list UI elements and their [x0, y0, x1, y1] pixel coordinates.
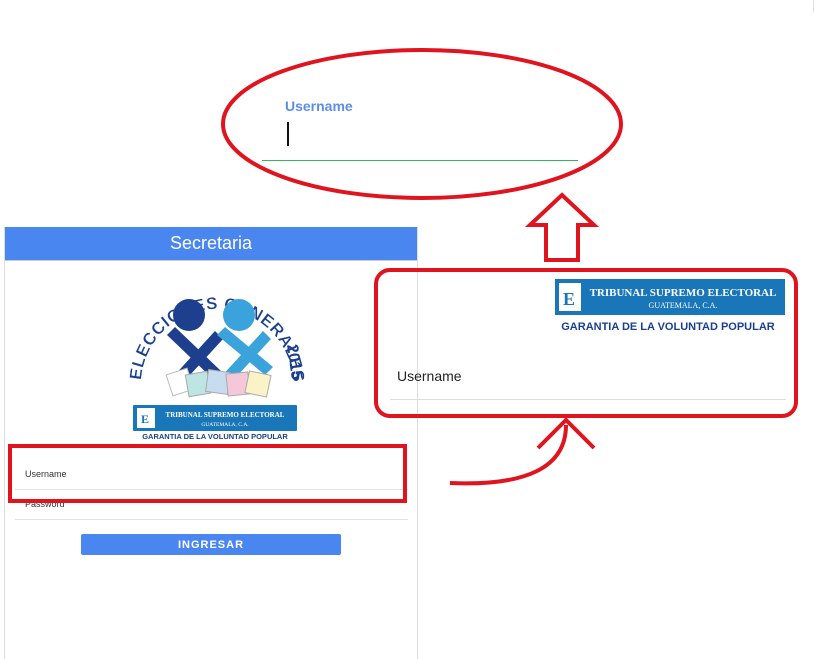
header-divider — [5, 260, 417, 261]
logo-tse-name: TRIBUNAL SUPREMO ELECTORAL — [166, 411, 285, 419]
tse-slogan: GARANTIA DE LA VOLUNTAD POPULAR — [561, 321, 775, 333]
text-caret — [287, 122, 289, 146]
password-label: Password — [25, 499, 65, 509]
arrow-up-icon — [524, 192, 600, 262]
app-header: Secretaria — [5, 227, 417, 260]
field-underline-active — [262, 160, 578, 161]
username-field-focused[interactable]: Username — [262, 90, 580, 162]
tse-country: GUATEMALA, C.A. — [649, 301, 718, 310]
logo-tse-country: GUATEMALA, C.A. — [201, 422, 249, 428]
logo-year: 2015 — [283, 343, 305, 381]
zoom-username-label: Username — [397, 368, 462, 384]
username-field[interactable]: Username — [15, 449, 408, 490]
tse-logo: E TRIBUNAL SUPREMO ELECTORAL GUATEMALA, … — [555, 279, 785, 333]
login-window: Secretaria ELECCIONES GENERALES 2015 E T… — [4, 227, 418, 659]
username-label: Username — [25, 469, 67, 479]
logo-tse-slogan: GARANTIA DE LA VOLUNTAD POPULAR — [142, 432, 288, 441]
submit-button[interactable]: INGRESAR — [81, 534, 341, 555]
password-field[interactable]: Password — [15, 491, 408, 520]
zoom-field-underline — [390, 399, 786, 400]
svg-text:E: E — [141, 412, 149, 426]
curved-arrow-icon — [449, 424, 568, 486]
elecciones-logo: ELECCIONES GENERALES 2015 E TRIBUNAL SUP… — [127, 294, 305, 441]
username-floating-label: Username — [285, 98, 353, 114]
zoom-panel: E TRIBUNAL SUPREMO ELECTORAL GUATEMALA, … — [386, 270, 788, 416]
svg-text:E: E — [563, 289, 575, 309]
tse-name: TRIBUNAL SUPREMO ELECTORAL — [590, 287, 777, 299]
page-title: Secretaria — [169, 233, 253, 253]
curved-arrow-head-icon — [536, 417, 596, 450]
